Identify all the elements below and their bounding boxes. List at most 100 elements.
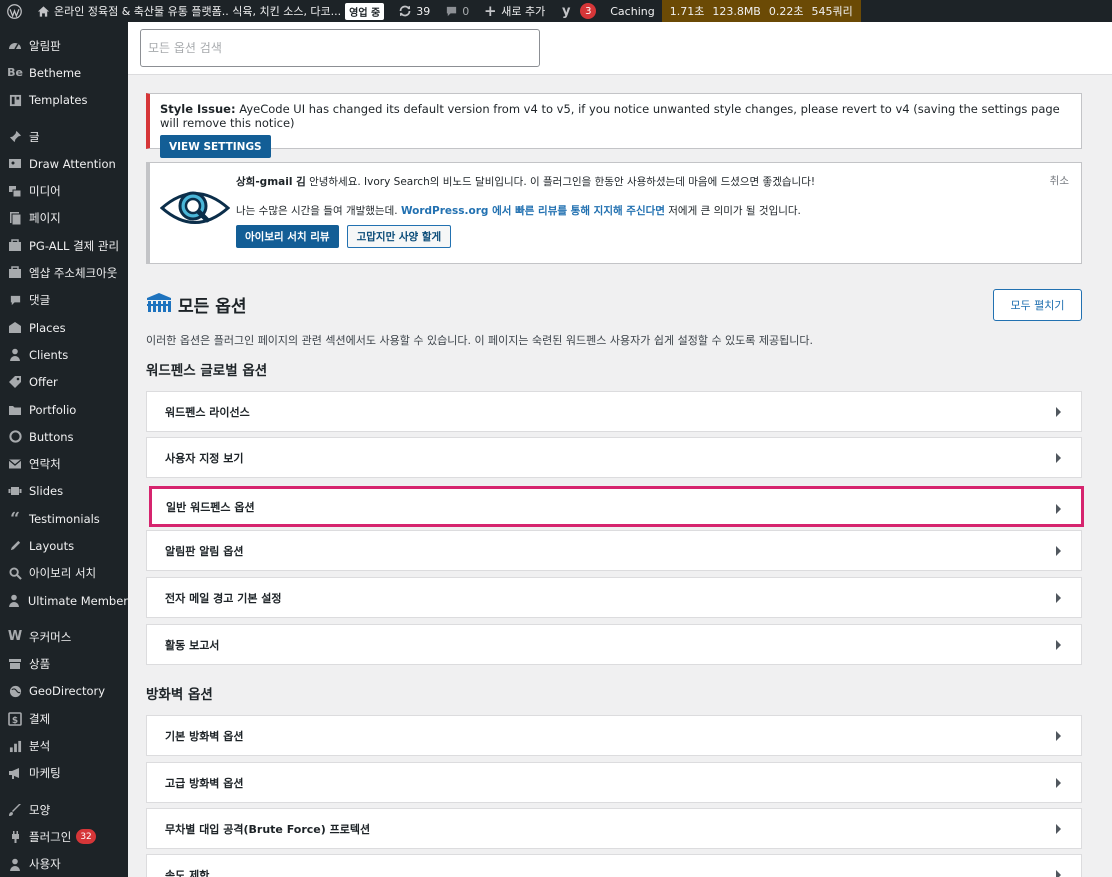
sidebar-item-slides[interactable]: Slides — [0, 478, 128, 505]
layouts-icon — [7, 538, 23, 554]
sidebar-item-offer[interactable]: Offer — [0, 369, 128, 396]
sidebar-item-comments[interactable]: 댓글 — [0, 287, 128, 314]
caret-right-icon — [1056, 407, 1061, 417]
user-icon — [7, 593, 22, 609]
sidebar-item-appearance[interactable]: 모양 — [0, 796, 128, 823]
wordpress-review-link[interactable]: WordPress.org 에서 빠른 리뷰를 통해 지지해 주신다면 — [401, 205, 665, 217]
plugin-icon — [7, 829, 23, 845]
sidebar-item-ivory-search[interactable]: 아이보리 서치 — [0, 560, 128, 587]
option-brute-force[interactable]: 무차별 대입 공격(Brute Force) 프로텍션 — [146, 808, 1082, 849]
page-title: 모든 옵션 — [178, 297, 247, 317]
style-issue-text: AyeCode UI has changed its default versi… — [160, 102, 1060, 130]
option-advanced-firewall[interactable]: 고급 방화벽 옵션 — [146, 762, 1082, 803]
new-content-link[interactable]: + 새로 추가 — [476, 0, 552, 22]
site-name[interactable]: 온라인 정육점 & 축산물 유통 플랫폼.. 식육, 치킨 소스, 다코... … — [29, 0, 391, 22]
sidebar-item-media[interactable]: 미디어 — [0, 177, 128, 204]
comments-link[interactable]: 0 — [437, 0, 476, 22]
sidebar-item-woocommerce[interactable]: W 우커머스 — [0, 623, 128, 650]
style-issue-title: Style Issue: — [160, 102, 236, 116]
caret-right-icon — [1056, 453, 1061, 463]
eye-magnifier-icon — [160, 191, 230, 224]
sidebar-item-draw-attention[interactable]: Draw Attention — [0, 150, 128, 177]
sidebar-item-mshop-address[interactable]: 엠샵 주소체크아웃 — [0, 259, 128, 286]
yoast-icon: y — [562, 3, 571, 19]
ivory-search-review-notice: 취소 상희-gmail 김 안녕하세요. Ivory Search의 비노드 달… — [146, 162, 1082, 264]
sidebar-item-testimonials[interactable]: “Testimonials — [0, 505, 128, 532]
sidebar-item-products[interactable]: 상품 — [0, 651, 128, 678]
caret-right-icon — [1056, 731, 1061, 741]
plus-icon: + — [483, 2, 497, 20]
sidebar-item-pages[interactable]: 페이지 — [0, 205, 128, 232]
review-user-name: 상희-gmail 김 — [236, 176, 306, 188]
products-icon — [7, 656, 23, 672]
review-button[interactable]: 아이보리 서치 리뷰 — [236, 225, 339, 248]
page-description: 이러한 옵션은 플러그인 페이지의 관련 섹션에서도 사용할 수 있습니다. 이… — [146, 334, 814, 347]
sidebar-item-buttons[interactable]: Buttons — [0, 423, 128, 450]
sidebar-item-users[interactable]: 사용자 — [0, 851, 128, 877]
dismiss-link[interactable]: 취소 — [1050, 173, 1069, 188]
megaphone-icon — [7, 765, 23, 781]
style-issue-notice: Style Issue: AyeCode UI has changed its … — [146, 93, 1082, 158]
draw-attention-icon — [7, 156, 23, 172]
home-icon — [36, 4, 50, 18]
sidebar-item-contact[interactable]: 연락처 — [0, 450, 128, 477]
expand-all-button[interactable]: 모두 펼치기 — [993, 289, 1082, 321]
updates-link[interactable]: 39 — [391, 0, 437, 22]
sidebar-item-dashboard[interactable]: 알림판 — [0, 32, 128, 59]
sidebar-item-layouts[interactable]: Layouts — [0, 532, 128, 559]
caret-right-icon — [1056, 546, 1061, 556]
option-general-wordfence[interactable]: 일반 워드펜스 옵션 — [149, 486, 1084, 527]
sidebar-item-payments[interactable]: $ 결제 — [0, 705, 128, 732]
wordpress-icon — [7, 3, 22, 19]
review-notice-line2: 나는 수많은 시간을 들여 개발했는데. WordPress.org 에서 빠른… — [236, 205, 801, 217]
option-activity-report[interactable]: 활동 보고서 — [146, 624, 1082, 665]
option-dashboard-notifications[interactable]: 알림판 알림 옵션 — [146, 530, 1082, 571]
caching-link[interactable]: Caching — [603, 0, 661, 22]
comments-count: 0 — [462, 4, 470, 18]
sidebar-item-portfolio[interactable]: Portfolio — [0, 396, 128, 423]
sidebar-item-templates[interactable]: Templates — [0, 87, 128, 114]
firewall-options-title: 방화벽 옵션 — [146, 687, 213, 703]
caret-right-icon — [1056, 593, 1061, 603]
sidebar-item-analytics[interactable]: 분석 — [0, 732, 128, 759]
decline-button[interactable]: 고맙지만 사양 할게 — [346, 225, 452, 248]
updates-icon — [398, 4, 412, 18]
yoast-count-badge: 3 — [580, 3, 597, 19]
sidebar-item-betheme[interactable]: Be Betheme — [0, 59, 128, 86]
sidebar-item-posts[interactable]: 글 — [0, 123, 128, 150]
sidebar-item-clients[interactable]: Clients — [0, 341, 128, 368]
perf-memory: 123.8MB — [712, 4, 761, 18]
view-settings-button[interactable]: VIEW SETTINGS — [160, 135, 271, 158]
option-license[interactable]: 워드펜스 라이선스 — [146, 391, 1082, 432]
wordfence-logo-icon — [147, 293, 171, 312]
yoast-link[interactable]: y 3 — [552, 0, 603, 22]
option-custom-view[interactable]: 사용자 지정 보기 — [146, 437, 1082, 478]
sidebar-item-geodirectory[interactable]: GeoDirectory — [0, 678, 128, 705]
comment-bubble-icon — [444, 4, 458, 18]
quote-icon: “ — [10, 508, 20, 529]
betheme-icon: Be — [7, 66, 23, 80]
perf-time: 1.71초 — [669, 5, 705, 18]
wordpress-logo[interactable] — [0, 0, 29, 22]
new-content-label: 새로 추가 — [501, 5, 546, 18]
sidebar-item-pg-all[interactable]: PG-ALL 결제 관리 — [0, 232, 128, 259]
sidebar-item-marketing[interactable]: 마케팅 — [0, 760, 128, 787]
sidebar-item-plugins[interactable]: 플러그인 32 — [0, 823, 128, 850]
site-title: 온라인 정육점 & 축산물 유통 플랫폼.. 식육, 치킨 소스, 다코... — [54, 5, 342, 18]
globe-icon — [7, 683, 23, 699]
option-email-alerts[interactable]: 전자 메일 경고 기본 설정 — [146, 577, 1082, 618]
style-issue-message: Style Issue: AyeCode UI has changed its … — [160, 102, 1071, 130]
query-monitor[interactable]: 1.71초 123.8MB 0.22초 545쿼리 — [661, 0, 861, 22]
option-basic-firewall[interactable]: 기본 방화벽 옵션 — [146, 715, 1082, 756]
sidebar-item-ultimate-member[interactable]: Ultimate Member — [0, 587, 128, 614]
page-icon — [7, 210, 23, 226]
clients-icon — [7, 347, 23, 363]
dashboard-icon — [7, 38, 23, 54]
review-notice-line1: 상희-gmail 김 안녕하세요. Ivory Search의 비노드 달비입니… — [236, 176, 816, 188]
search-input[interactable] — [140, 29, 540, 67]
address-icon — [7, 265, 23, 281]
sidebar-item-places[interactable]: Places — [0, 314, 128, 341]
option-rate-limiting[interactable]: 속도 제한 — [146, 854, 1082, 877]
comment-icon — [7, 292, 23, 308]
caret-right-icon — [1056, 870, 1061, 877]
